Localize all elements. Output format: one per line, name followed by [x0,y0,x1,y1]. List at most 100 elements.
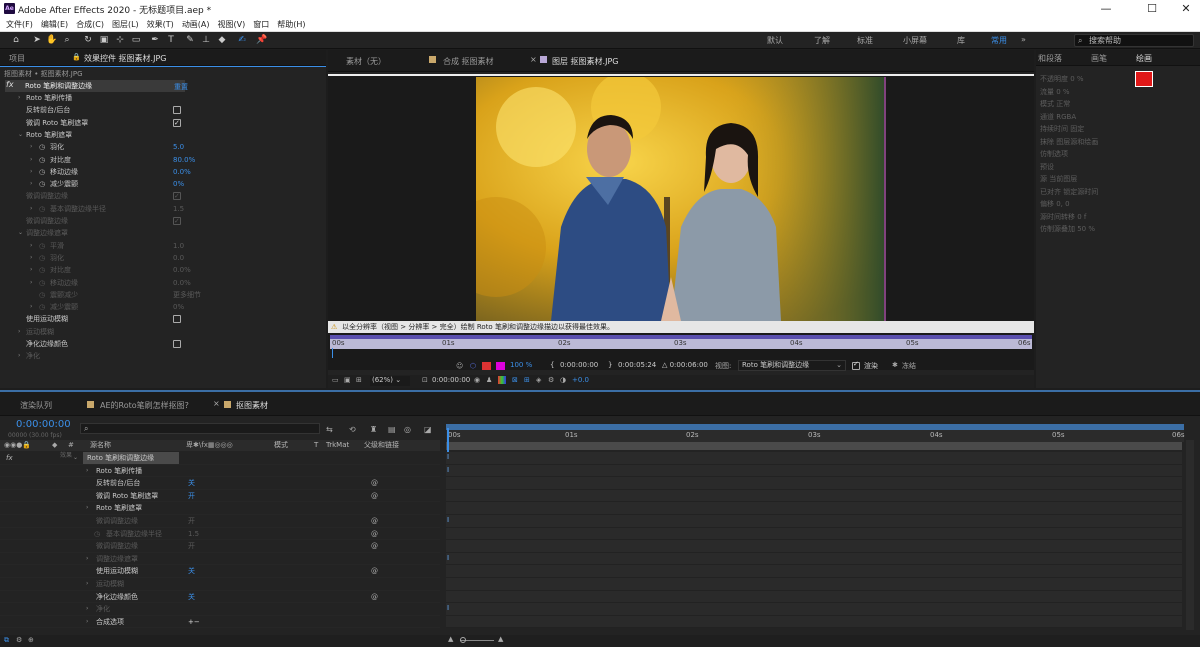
zoom-percent[interactable]: 100 % [510,361,532,369]
exposure-value[interactable]: +0.0 [572,376,589,384]
expand-arrow-icon[interactable]: › [18,350,20,362]
expand-arrow-icon[interactable]: › [30,264,32,276]
tab-effect-controls[interactable]: 效果控件 抠图素材.JPG [84,53,166,64]
toggle-modes-icon[interactable]: ⚙ [16,636,22,644]
zoom-out-icon[interactable]: ▲ [448,635,453,643]
effect-property-row[interactable]: 反转前台/后台 [0,104,325,116]
source-name-header[interactable]: 源名称 [90,440,111,451]
expand-arrow-icon[interactable]: › [30,166,32,178]
effect-property-row[interactable]: › ◷ 羽化 0.0 [0,252,325,264]
stopwatch-icon[interactable]: ◷ [39,154,45,166]
fx-icon[interactable]: fx [6,80,14,89]
collapse-arrow-icon[interactable]: ⌄ [18,129,23,141]
property-value[interactable]: 1.0 [173,240,184,252]
close-tab-icon[interactable]: × [213,399,220,408]
stopwatch-icon[interactable]: ◷ [94,528,100,540]
transparency-grid-icon[interactable]: ⊞ [524,376,530,384]
eraser-tool-icon[interactable]: ◆ [216,34,228,46]
pan-behind-tool-icon[interactable]: ⊹ [114,34,126,46]
menu-effect[interactable]: 效果(T) [147,18,174,32]
timeline-property-row[interactable]: 使用运动模糊 关 @ [0,565,440,578]
expand-arrow-icon[interactable]: › [86,465,88,477]
effect-property-row[interactable]: › ◷ 减少震颤 0% [0,178,325,190]
keyframe-marker-icon[interactable]: I [447,554,449,562]
effect-property-row[interactable]: › ◷ 基本调整边缘半径 1.5 [0,203,325,215]
property-value[interactable]: 0% [173,178,184,190]
property-checkbox[interactable] [173,106,181,115]
tab-footage[interactable]: 素材（无） [346,56,386,67]
expand-arrow-icon[interactable]: › [86,616,88,628]
property-value[interactable]: 0.0% [173,277,191,289]
timeline-property-row[interactable]: › 调整边缘遮罩 [0,553,440,566]
expand-arrow-icon[interactable]: › [30,252,32,264]
property-track[interactable]: I [446,515,1182,528]
effect-reset-link[interactable]: 重置 [174,82,188,92]
keyframe-marker-icon[interactable]: I [447,453,449,461]
property-value[interactable]: 0.0 [173,252,184,264]
collapse-arrow-icon[interactable]: ⌄ [18,227,23,239]
property-value[interactable]: 关 [188,591,195,603]
rgb-channels-icon[interactable] [498,376,506,384]
property-value[interactable]: 开 [188,540,195,552]
draft-3d-icon[interactable]: ⟲ [349,425,356,434]
expand-arrow-icon[interactable]: › [86,603,88,615]
workspace-common[interactable]: 常用 [991,35,1007,46]
timeline-property-row[interactable]: › 合成选项 +− [0,616,440,629]
expand-arrow-icon[interactable]: › [30,154,32,166]
timeline-property-row[interactable]: 反转前台/后台 关 @ [0,477,440,490]
menu-edit[interactable]: 编辑(E) [41,18,68,32]
property-track[interactable] [446,502,1182,515]
effect-property-row[interactable]: › 净化 [0,350,325,362]
close-button[interactable]: ✕ [1176,2,1196,15]
show-snapshot-icon[interactable]: ♟ [486,376,492,384]
timeline-property-row[interactable]: ◷ 基本调整边缘半径 1.5 @ [0,528,440,541]
effect-property-row[interactable]: › ◷ 平滑 1.0 [0,240,325,252]
tab-paragraph[interactable]: 和段落 [1038,53,1062,64]
stopwatch-icon[interactable]: ◷ [39,252,45,264]
rotate-tool-icon[interactable]: ↻ [82,34,94,46]
selection-tool-icon[interactable]: ➤ [31,34,43,46]
type-tool-icon[interactable]: T [165,34,177,46]
timeline-property-row[interactable]: › Roto 笔刷传播 [0,465,440,478]
property-track[interactable] [446,489,1182,503]
timeline-property-row[interactable]: › Roto 笔刷遮罩 [0,502,440,515]
property-checkbox[interactable] [173,340,181,348]
effect-property-row[interactable]: 微调 Roto 笔刷遮罩 [0,117,325,129]
tab-composition[interactable]: 合成 抠图素材 [443,56,494,67]
property-value[interactable]: 1.5 [188,528,199,540]
property-value[interactable]: 1.5 [173,203,184,215]
stopwatch-icon[interactable]: ◷ [39,141,45,153]
timeline-timecode[interactable]: 0:00:00:00 [16,419,71,430]
fast-preview-icon[interactable]: ⚙ [548,376,554,384]
pen-tool-icon[interactable]: ✒ [149,34,161,46]
rectangle-tool-icon[interactable]: ▭ [130,34,142,46]
frame-blending-icon[interactable]: ▤ [388,425,396,434]
timeline-property-row[interactable]: 微调调整边缘 开 @ [0,515,440,528]
maximize-button[interactable]: ☐ [1142,2,1162,15]
stopwatch-icon[interactable]: ◷ [39,301,45,313]
red-channel-icon[interactable] [482,362,491,370]
timeline-time-ruler[interactable]: 00s 01s 02s 03s 04s 05s 06s [446,430,1185,442]
motion-blur-icon[interactable]: ◎ [404,425,411,434]
effect-property-row[interactable]: ⌄ Roto 笔刷遮罩 [0,129,325,141]
layer-image[interactable] [476,77,886,321]
trkmat-header[interactable]: TrkMat [326,440,349,451]
property-value[interactable]: 0.0% [173,166,191,178]
graph-editor-icon[interactable]: ◪ [424,425,432,434]
effect-property-row[interactable]: › ◷ 对比度 80.0% [0,154,325,166]
menu-file[interactable]: 文件(F) [6,18,33,32]
timeline-property-row[interactable]: › 净化 [0,603,440,616]
in-point-icon[interactable]: { [550,361,554,369]
property-track[interactable]: I [446,552,1182,566]
shy-layers-icon[interactable]: ♜ [370,425,377,434]
snapshot-icon[interactable]: ◉ [474,376,480,384]
channel-icon[interactable]: ⬡ [470,362,476,370]
keyframe-marker-icon[interactable]: I [447,604,449,612]
expression-pickwhip-icon[interactable]: @ [371,490,378,502]
render-checkbox[interactable] [852,360,860,370]
hand-tool-icon[interactable]: ✋ [46,34,58,46]
alpha-channel-icon[interactable] [496,362,505,370]
effect-property-row[interactable]: › 运动模糊 [0,326,325,338]
viewer-canvas[interactable]: ⚠ 以全分辨率（视图 > 分辨率 > 完全）绘制 Roto 笔刷和调整边缘描边以… [328,76,1034,370]
expand-arrow-icon[interactable]: › [18,92,20,104]
